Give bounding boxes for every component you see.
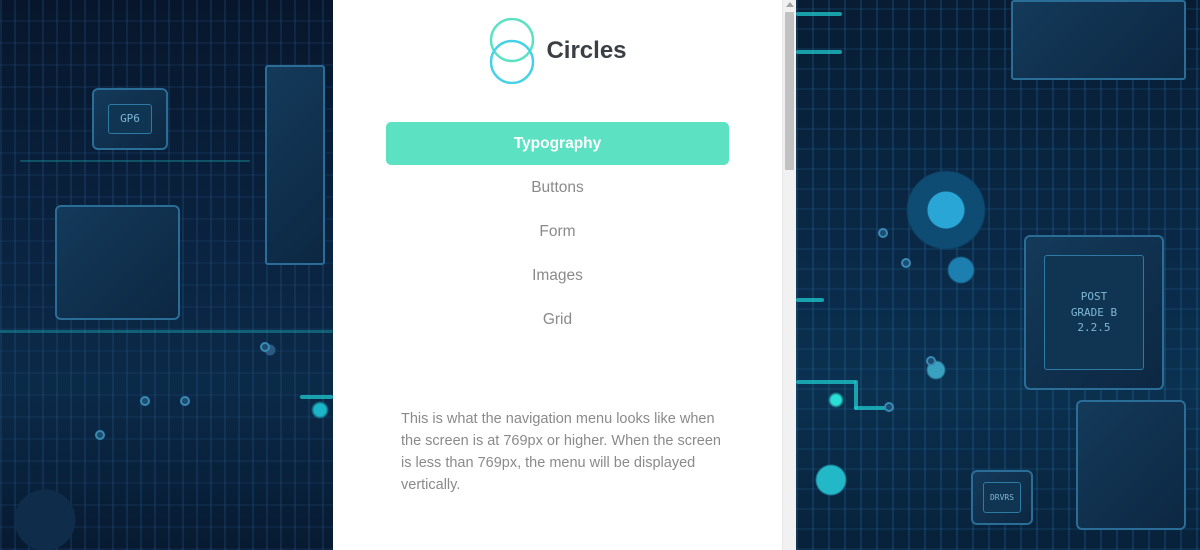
nav-item-typography[interactable]: Typography: [386, 122, 729, 165]
scrollbar-thumb[interactable]: [785, 12, 794, 170]
circuit-chip-label: GP6: [108, 104, 152, 134]
circuit-chip: POST GRADE B 2.2.5: [1024, 235, 1164, 390]
circuit-trace: [796, 298, 824, 302]
circuit-chip: [55, 205, 180, 320]
brand-name: Circles: [546, 37, 627, 64]
circuit-chip-label: POST GRADE B 2.2.5: [1044, 255, 1144, 370]
circuit-pad: [878, 228, 888, 238]
circuit-trace: [0, 330, 333, 333]
description-text: This is what the navigation menu looks l…: [401, 411, 721, 493]
circles-logo-icon: [490, 18, 535, 84]
navigation-menu: Typography Buttons Form Images Grid: [386, 122, 729, 342]
circuit-chip: [265, 65, 325, 265]
circuit-chip: GP6: [92, 88, 168, 150]
nav-item-buttons[interactable]: Buttons: [386, 166, 729, 209]
circuit-pad: [140, 396, 150, 406]
circuit-trace: [20, 160, 250, 162]
content-card: Circles Typography Buttons Form Images G…: [333, 0, 782, 550]
circuit-chip: DRVRS: [971, 470, 1033, 525]
circuit-pad: [884, 402, 894, 412]
left-background-image: GP6: [0, 0, 333, 550]
circuit-pad: [926, 356, 936, 366]
nav-item-form[interactable]: Form: [386, 210, 729, 253]
circuit-chip: [1011, 0, 1186, 80]
circuit-pad: [260, 342, 270, 352]
circuit-pad: [901, 258, 911, 268]
nav-item-images[interactable]: Images: [386, 254, 729, 297]
circuit-chip: [1076, 400, 1186, 530]
vertical-scrollbar[interactable]: [782, 0, 796, 550]
nav-item-grid[interactable]: Grid: [386, 298, 729, 341]
right-background-image: POST GRADE B 2.2.5 DRVRS: [796, 0, 1200, 550]
circuit-chip-label: DRVRS: [983, 482, 1021, 513]
circuit-trace: [796, 50, 842, 54]
circuit-trace: [796, 380, 856, 384]
brand[interactable]: Circles: [333, 18, 782, 84]
circuit-trace: [796, 12, 842, 16]
circuit-pad: [180, 396, 190, 406]
circuit-trace: [300, 395, 333, 399]
scroll-up-arrow-icon[interactable]: [786, 2, 794, 7]
circuit-pad: [95, 430, 105, 440]
